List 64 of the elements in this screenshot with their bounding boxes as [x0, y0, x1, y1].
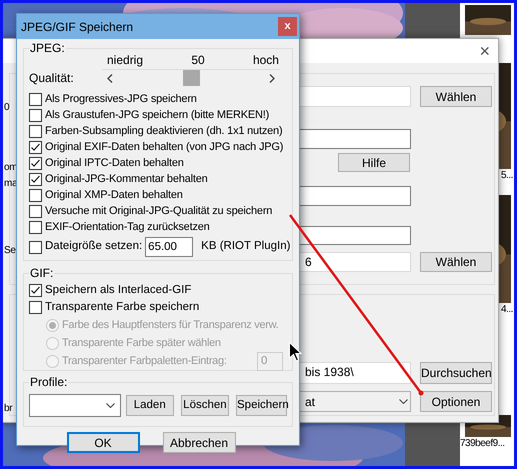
- checkbox-label: Transparente Farbe speichern: [45, 300, 200, 315]
- checkbox[interactable]: [29, 204, 42, 218]
- dropdown-value: at: [305, 394, 316, 410]
- thumbnail-caption[interactable]: 5...: [501, 169, 513, 183]
- group-label: JPEG:: [29, 41, 66, 55]
- chevron-left-icon[interactable]: [107, 74, 113, 82]
- checkbox[interactable]: [29, 240, 42, 254]
- field-label: Se: [4, 244, 16, 258]
- checkbox-label: EXIF-Orientation-Tag zurücksetzen: [45, 220, 210, 235]
- dialog-button[interactable]: Abbrechen: [162, 432, 236, 453]
- checkbox[interactable]: [29, 172, 42, 186]
- slider[interactable]: [102, 69, 280, 86]
- radio-label: Farbe des Hauptfensters für Transparenz verw.: [62, 318, 278, 333]
- profile-dropdown[interactable]: [29, 394, 121, 417]
- radio-label: Transparenter Farbpaletten-Eintrag:: [62, 354, 227, 369]
- profile-button[interactable]: Laden: [126, 395, 174, 416]
- help-button[interactable]: Hilfe: [338, 153, 410, 172]
- profile-button[interactable]: Speichern: [236, 395, 287, 416]
- field-label: br: [4, 402, 12, 416]
- choose-button[interactable]: Wählen: [420, 86, 492, 107]
- checkbox[interactable]: [29, 188, 42, 202]
- radio-label: Transparente Farbe später wählen: [62, 336, 221, 351]
- checkbox-label: Als Progressives-JPG speichern: [45, 92, 197, 107]
- thumbnail-caption[interactable]: 4...: [501, 303, 513, 317]
- checkbox-label: Als Graustufen-JPG speichern (bitte MERKEN!): [45, 108, 270, 123]
- slider-label: Qualität:: [29, 70, 75, 86]
- dialog-button[interactable]: OK: [66, 432, 140, 453]
- window-title: JPEG/GIF Speichern: [21, 18, 134, 36]
- field-label: 0: [4, 101, 10, 115]
- checkbox-label: Original EXIF-Daten behalten (von JPG nach JPG): [45, 140, 284, 155]
- checkbox-label: Speichern als Interlaced-GIF: [45, 282, 192, 298]
- checkbox[interactable]: [29, 220, 42, 234]
- choose-button[interactable]: Durchsuchen: [420, 362, 492, 384]
- slider-min-label: niedrig: [107, 52, 144, 69]
- checkbox[interactable]: [29, 92, 42, 106]
- slider-value: 50: [191, 52, 205, 69]
- choose-button[interactable]: Wählen: [420, 252, 492, 272]
- checkbox-label: Original XMP-Daten behalten: [45, 188, 183, 203]
- size-input[interactable]: 65.00: [145, 237, 194, 257]
- checkbox-label: Versuche mit Original-JPG-Qualität zu speichern: [45, 204, 272, 219]
- chevron-down-icon: [399, 399, 408, 404]
- thumbnail-caption[interactable]: 739beef9...: [460, 437, 505, 451]
- checkbox[interactable]: [29, 140, 42, 154]
- checkbox[interactable]: [29, 156, 42, 170]
- checkbox-label: Dateigröße setzen:: [45, 239, 142, 254]
- chevron-down-icon: [106, 403, 115, 408]
- group-label: GIF:: [29, 266, 54, 280]
- options-button[interactable]: Optionen: [420, 391, 492, 412]
- profile-button[interactable]: Löschen: [180, 395, 229, 416]
- checkbox[interactable]: [29, 284, 42, 297]
- checkbox[interactable]: [29, 108, 42, 122]
- cursor-icon: [289, 342, 302, 362]
- close-icon[interactable]: ×: [479, 42, 490, 60]
- chevron-right-icon[interactable]: [269, 74, 275, 82]
- checkbox-label: Original-JPG-Kommentar behalten: [45, 172, 208, 187]
- group-label: Profile:: [29, 375, 68, 389]
- unit-label: KB (RIOT PlugIn): [201, 239, 290, 254]
- slider-max-label: hoch: [252, 52, 279, 69]
- checkbox[interactable]: [29, 124, 42, 138]
- close-button[interactable]: x: [278, 17, 297, 36]
- slider-thumb[interactable]: [182, 70, 200, 86]
- checkbox-label: Farben-Subsampling deaktivieren (dh. 1x1 nutzen): [45, 124, 282, 139]
- checkbox[interactable]: [29, 301, 42, 314]
- checkbox-label: Original IPTC-Daten behalten: [45, 156, 184, 171]
